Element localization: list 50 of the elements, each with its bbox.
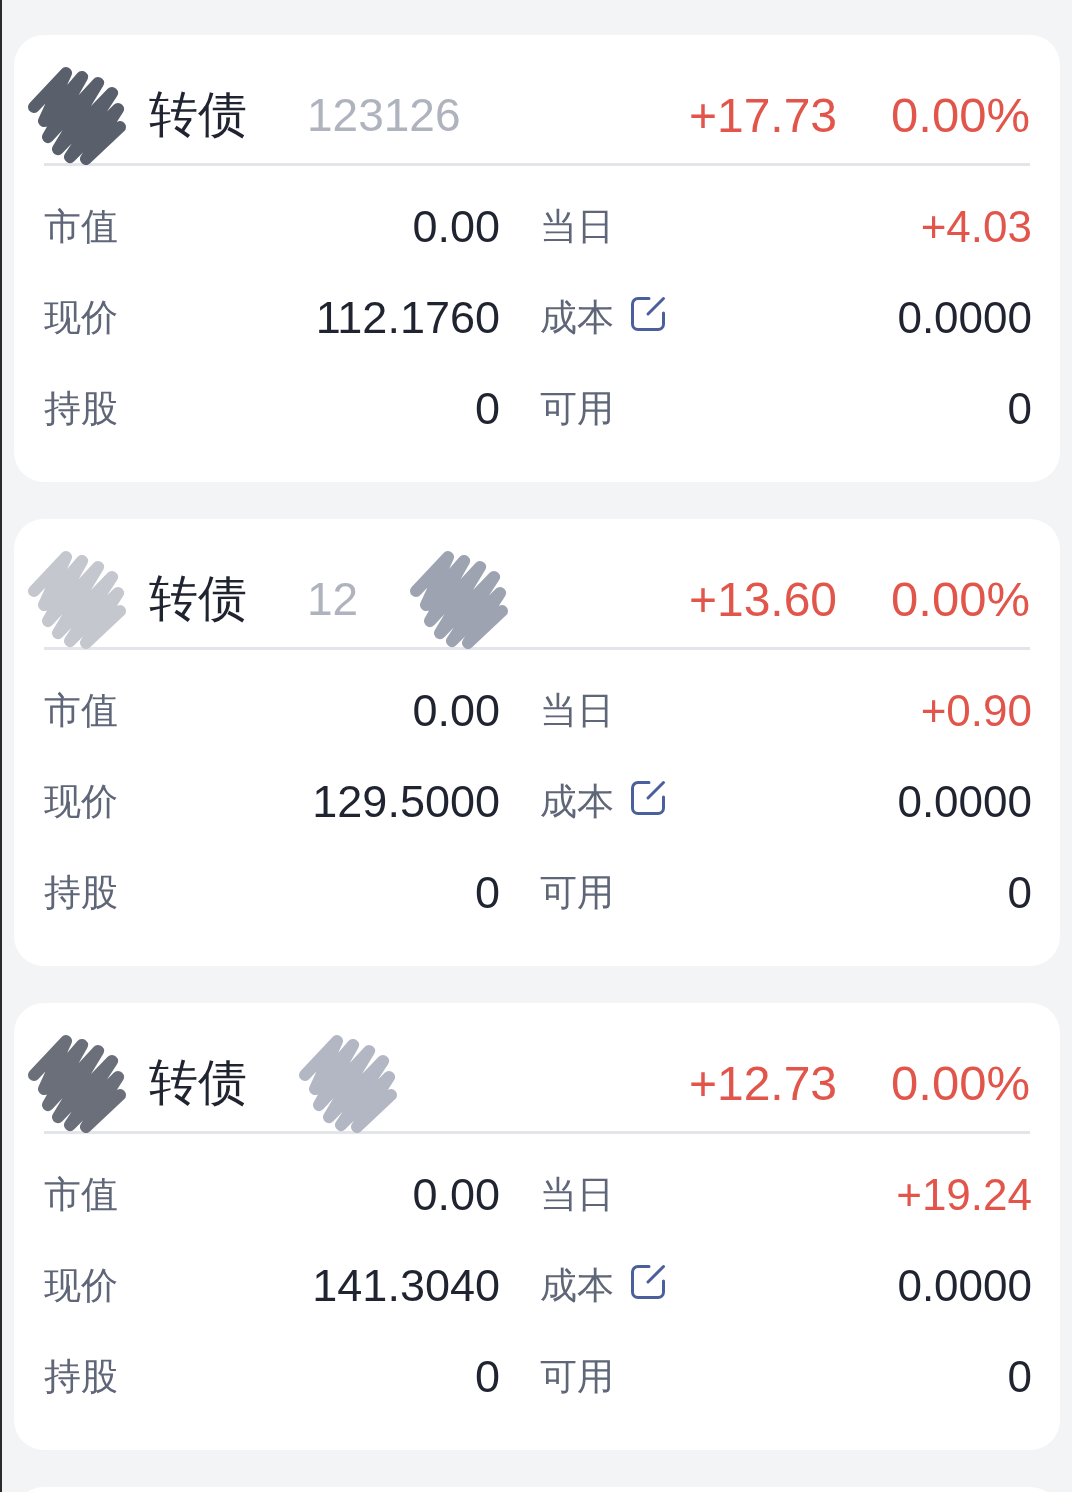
metric-label: 现价	[44, 779, 118, 824]
change-percent: 0.00%	[891, 571, 1030, 627]
metric-label: 市值	[44, 204, 118, 249]
metric-value: 0	[1007, 1351, 1032, 1402]
bond-name: 转债	[149, 570, 247, 627]
metric-value: 0.0000	[897, 776, 1032, 827]
bond-code: 12	[307, 572, 359, 626]
metric-label: 成本	[540, 295, 614, 340]
metric-value: +4.03	[920, 201, 1032, 252]
metric-value: 0	[1007, 867, 1032, 918]
metric-label: 持股	[44, 870, 118, 915]
metric-value: +0.90	[920, 685, 1032, 736]
edit-icon[interactable]	[630, 1263, 666, 1300]
metric-label: 当日	[540, 688, 614, 733]
metric-value: 0	[474, 382, 500, 435]
bond-code: 123126	[307, 88, 461, 142]
metric-value: 129.5000	[312, 775, 500, 828]
metric-value: 0	[1007, 383, 1032, 434]
bond-name: 转债	[149, 1054, 247, 1111]
metric-value: +19.24	[896, 1169, 1032, 1220]
metric-label: 可用	[540, 1354, 614, 1399]
metric-label: 成本	[540, 1263, 614, 1308]
metric-value: 141.3040	[312, 1259, 500, 1312]
edit-icon[interactable]	[630, 779, 666, 816]
change-percent: 0.00%	[891, 87, 1030, 143]
metric-label: 可用	[540, 870, 614, 915]
change-amount: +13.60	[688, 571, 838, 627]
metric-label: 当日	[540, 204, 614, 249]
metric-label: 持股	[44, 386, 118, 431]
change-amount: +12.73	[688, 1055, 838, 1111]
metric-value: 0.0000	[897, 292, 1032, 343]
metric-label: 当日	[540, 1172, 614, 1217]
metric-value: 0	[474, 1350, 500, 1403]
metric-label: 市值	[44, 688, 118, 733]
change-amount: +17.73	[688, 87, 838, 143]
metric-value: 0.00	[412, 200, 500, 253]
metric-value: 112.1760	[315, 291, 500, 344]
metric-label: 持股	[44, 1354, 118, 1399]
metric-label: 现价	[44, 1263, 118, 1308]
metric-label: 可用	[540, 386, 614, 431]
metric-value: 0.0000	[897, 1260, 1032, 1311]
metric-value: 0.00	[412, 684, 500, 737]
metric-label: 成本	[540, 779, 614, 824]
bond-name: 转债	[149, 86, 247, 143]
change-percent: 0.00%	[891, 1055, 1030, 1111]
metric-label: 市值	[44, 1172, 118, 1217]
edit-icon[interactable]	[630, 295, 666, 332]
metric-value: 0	[474, 866, 500, 919]
metric-label: 现价	[44, 295, 118, 340]
metric-value: 0.00	[412, 1168, 500, 1221]
